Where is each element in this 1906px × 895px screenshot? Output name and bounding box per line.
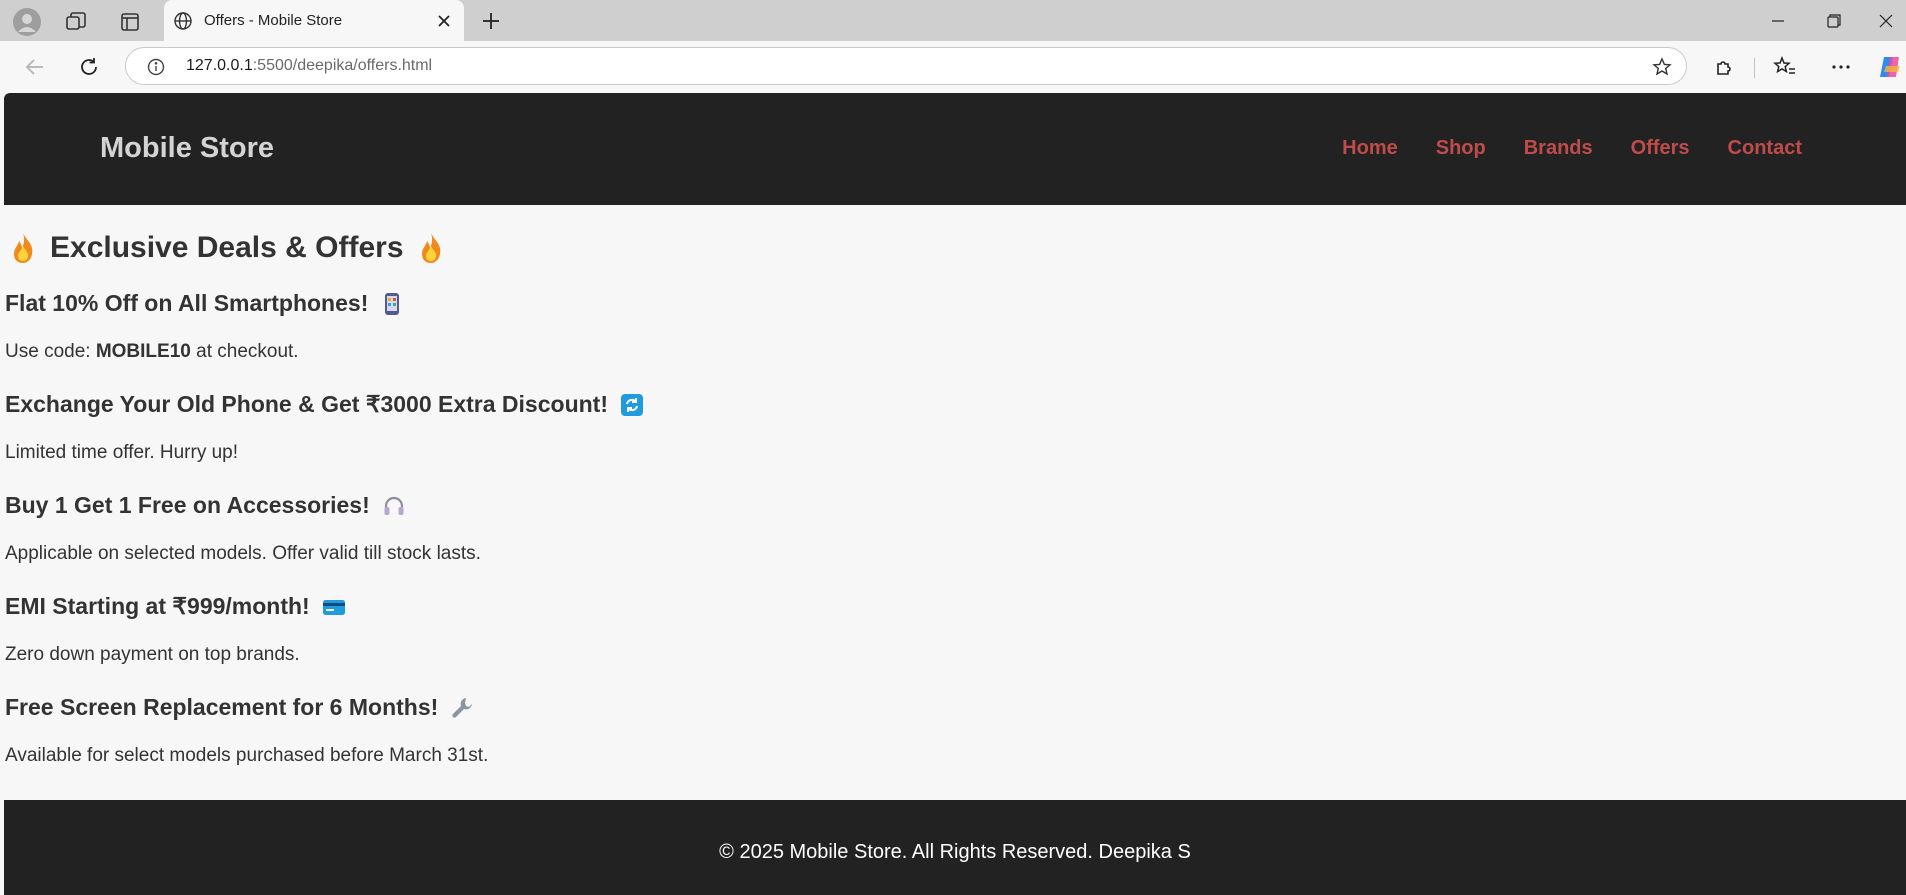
nav-offers[interactable]: Offers (1631, 137, 1690, 160)
page-title-text: Exclusive Deals & Offers (50, 231, 404, 264)
new-tab-icon[interactable] (478, 8, 504, 34)
site-brand[interactable]: Mobile Store (100, 132, 274, 165)
offer-description: Zero down payment on top brands. (5, 644, 300, 665)
back-icon[interactable] (20, 53, 50, 81)
main-nav: Home Shop Brands Offers Contact (1342, 137, 1802, 160)
offer-description: Available for select models purchased be… (5, 745, 489, 766)
nav-contact[interactable]: Contact (1728, 137, 1802, 160)
workspaces-icon[interactable] (64, 10, 88, 34)
browser-toolbar: 127.0.0.1:5500/deepika/offers.html (0, 41, 1906, 93)
vertical-tabs-icon[interactable] (118, 10, 142, 34)
favorites-icon[interactable] (1770, 53, 1800, 81)
favorite-star-icon[interactable] (1650, 55, 1674, 79)
offer-heading-text: Exchange Your Old Phone & Get ₹3000 Extr… (5, 391, 608, 417)
offer-heading: Free Screen Replacement for 6 Months! (5, 694, 474, 721)
fire-icon (10, 232, 36, 264)
site-header: Mobile Store Home Shop Brands Offers Con… (4, 93, 1906, 205)
promo-code: MOBILE10 (95, 341, 191, 362)
minimize-icon[interactable] (1764, 8, 1792, 34)
tab-title: Offers - Mobile Store (204, 12, 343, 29)
nav-brands[interactable]: Brands (1524, 137, 1593, 160)
offer-heading-text: EMI Starting at ₹999/month! (5, 593, 310, 619)
site-info-icon[interactable] (146, 57, 166, 77)
restore-icon[interactable] (1820, 8, 1848, 34)
offer-desc-suffix: at checkout. (190, 341, 299, 362)
url-path: :5500/deepika/offers.html (252, 57, 433, 74)
address-bar[interactable]: 127.0.0.1:5500/deepika/offers.html (125, 47, 1687, 85)
wrench-icon (450, 696, 474, 720)
offer-heading: Exchange Your Old Phone & Get ₹3000 Extr… (5, 391, 644, 418)
offer-heading-text: Free Screen Replacement for 6 Months! (5, 694, 439, 720)
nav-shop[interactable]: Shop (1436, 137, 1486, 160)
nav-home[interactable]: Home (1342, 137, 1398, 160)
mobile-phone-icon (380, 292, 404, 316)
more-menu-icon[interactable] (1826, 53, 1856, 81)
reload-icon[interactable] (74, 53, 104, 81)
offer-desc-prefix: Use code: (5, 341, 96, 362)
extensions-icon[interactable] (1711, 53, 1739, 81)
toolbar-divider (1754, 58, 1755, 78)
profile-icon[interactable] (12, 7, 42, 37)
offer-description: Applicable on selected models. Offer val… (5, 543, 481, 564)
close-window-icon[interactable] (1872, 8, 1900, 34)
offer-heading: Buy 1 Get 1 Free on Accessories! (5, 492, 406, 519)
offer-heading-text: Flat 10% Off on All Smartphones! (5, 290, 369, 316)
page-viewport: Mobile Store Home Shop Brands Offers Con… (4, 93, 1906, 895)
credit-card-icon (322, 595, 346, 619)
url-host: 127.0.0.1 (186, 57, 253, 74)
fire-icon (418, 232, 444, 264)
offer-description: Use code: MOBILE10 at checkout. (5, 341, 299, 363)
active-tab[interactable]: Offers - Mobile Store (164, 0, 464, 42)
site-footer: © 2025 Mobile Store. All Rights Reserved… (4, 800, 1906, 895)
offer-description: Limited time offer. Hurry up! (5, 442, 239, 463)
page-title: Exclusive Deals & Offers (10, 231, 444, 265)
offer-heading: EMI Starting at ₹999/month! (5, 593, 346, 620)
close-tab-icon[interactable] (432, 9, 456, 33)
url-text[interactable]: 127.0.0.1:5500/deepika/offers.html (186, 57, 432, 75)
browser-tab-strip: Offers - Mobile Store (0, 0, 1906, 42)
offer-heading: Flat 10% Off on All Smartphones! (5, 290, 404, 317)
copilot-icon[interactable] (1876, 51, 1906, 83)
globe-icon (172, 10, 194, 32)
headphones-icon (382, 494, 406, 518)
arrows-cycle-icon (620, 393, 644, 417)
footer-copyright: © 2025 Mobile Store. All Rights Reserved… (719, 841, 1191, 863)
offer-heading-text: Buy 1 Get 1 Free on Accessories! (5, 492, 370, 518)
